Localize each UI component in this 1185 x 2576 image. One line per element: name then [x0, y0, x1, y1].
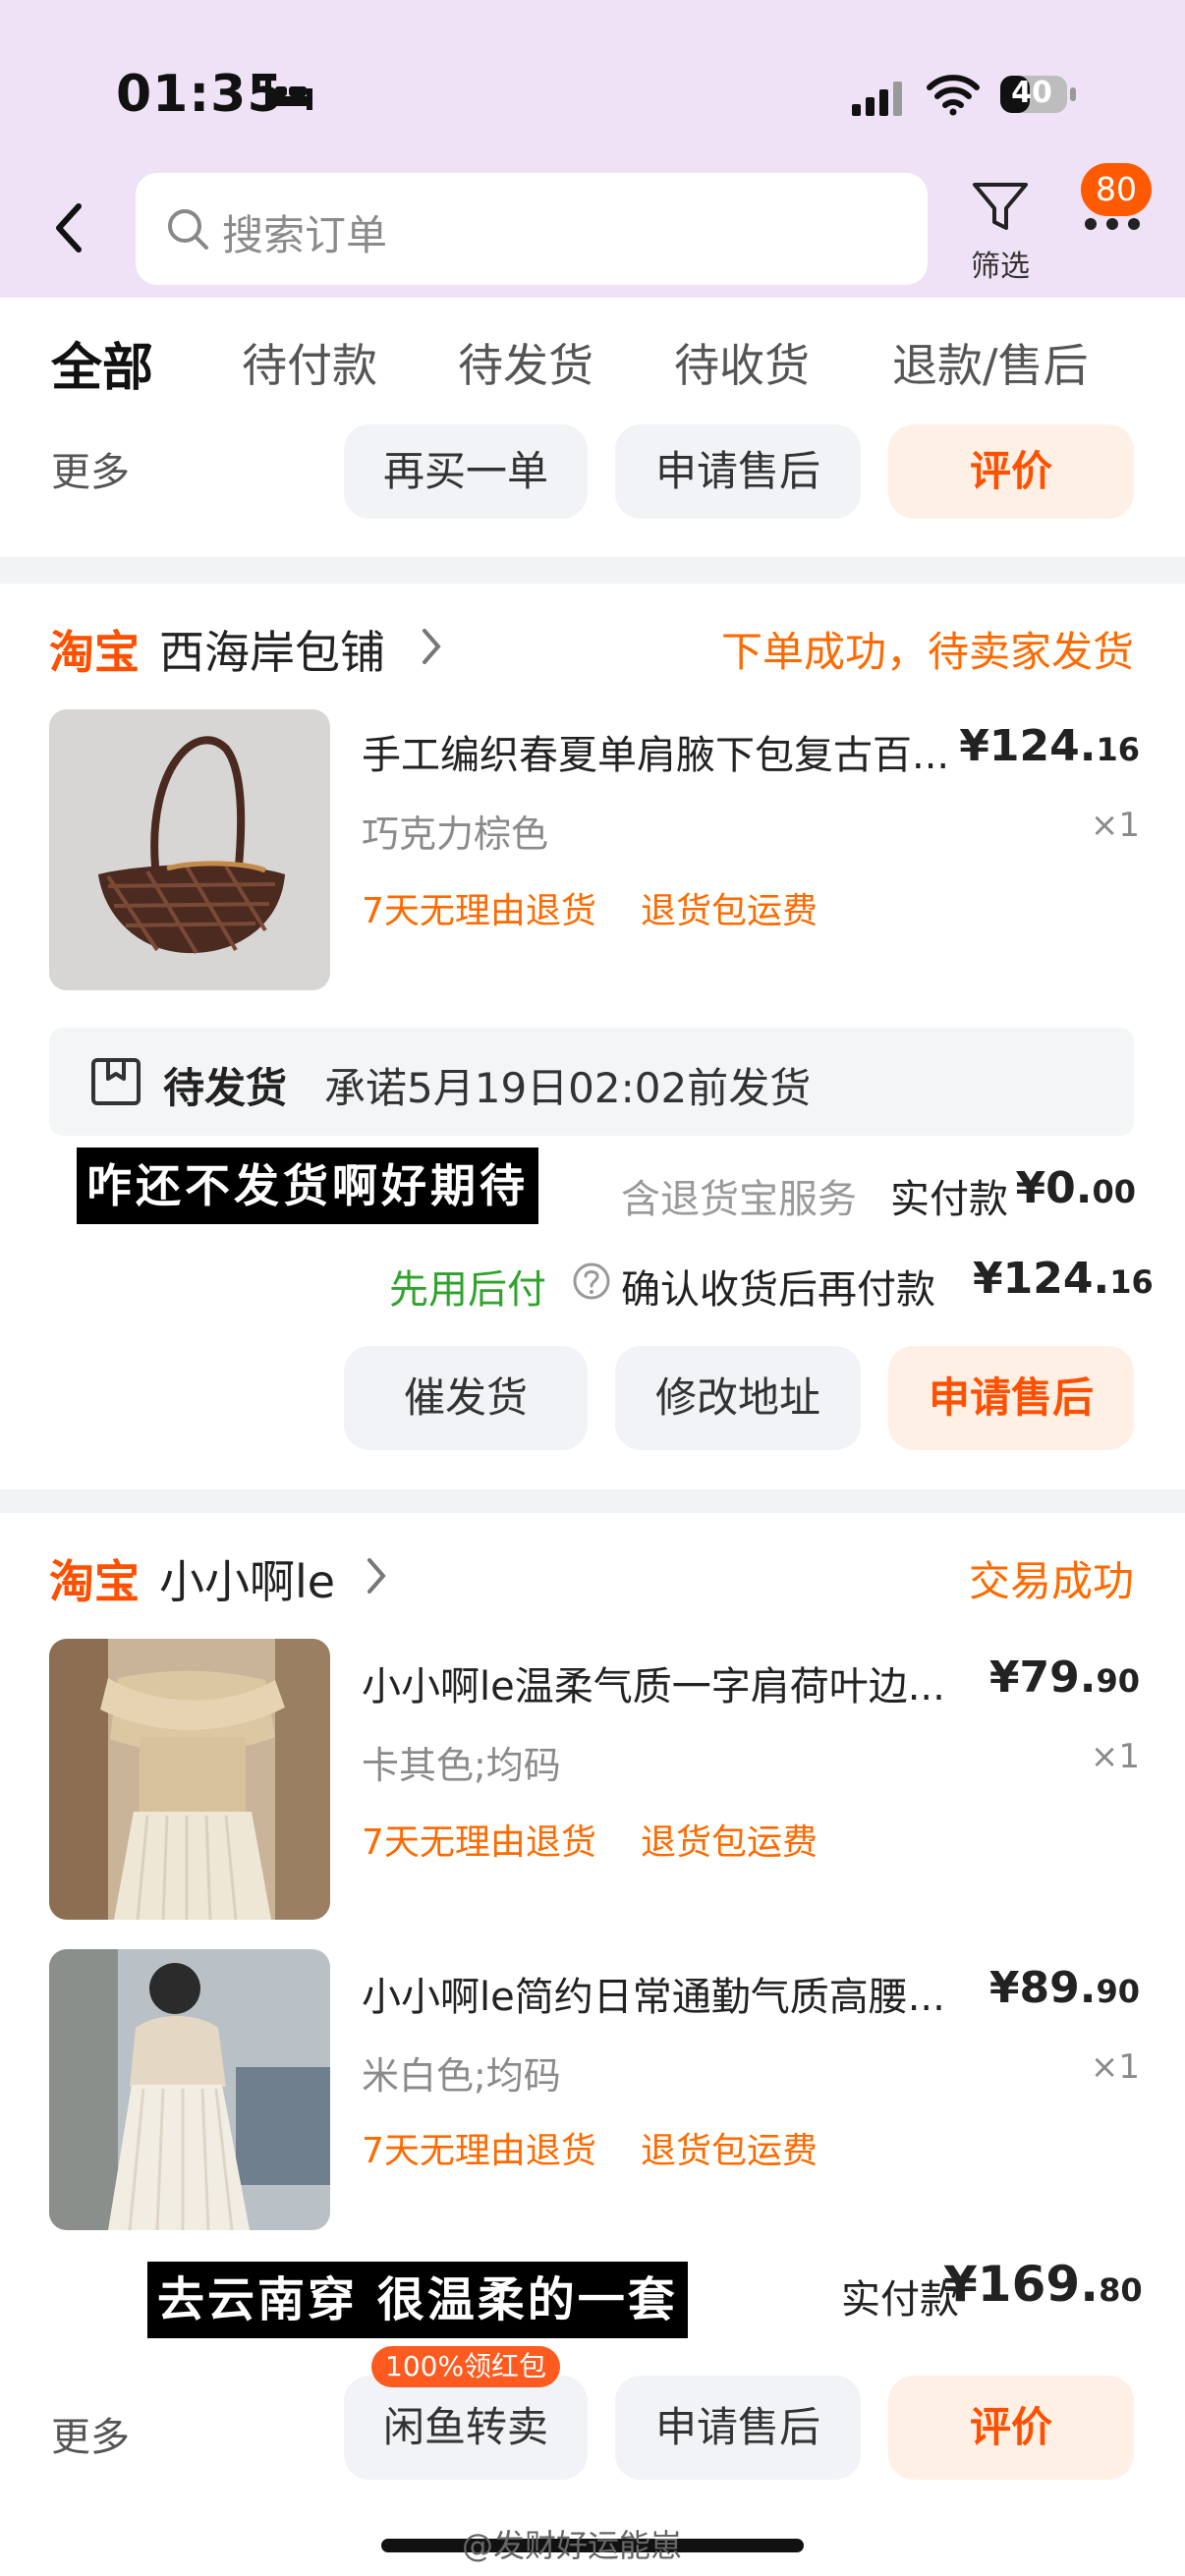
taobao-brand: 淘宝	[49, 626, 140, 679]
product-price: ¥124.16	[943, 721, 1140, 771]
paid-amount: ¥0.00	[983, 1163, 1136, 1213]
apply-aftersale-button[interactable]: 申请售后	[888, 1346, 1134, 1450]
price-decimal: 90	[1096, 1973, 1140, 2010]
more-badge: 80	[1081, 163, 1152, 216]
confirm-pay-text: 确认收货后再付款	[621, 1267, 935, 1313]
return-tag: 7天无理由退货	[362, 2131, 596, 2171]
notice-label: 待发货	[163, 1064, 288, 1112]
price-integer: ¥79.	[988, 1652, 1097, 1703]
product-sku: 卡其色;均码	[362, 1744, 561, 1787]
tab-all[interactable]: 全部	[51, 326, 153, 400]
chevron-right-icon	[367, 1558, 386, 1594]
wifi-icon	[927, 75, 980, 116]
order-status: 交易成功	[968, 1557, 1134, 1605]
more-dots-icon[interactable]	[1081, 214, 1144, 234]
shop-name[interactable]: 小小啊le	[159, 1546, 335, 1611]
notice-text: 承诺5月19日02:02前发货	[324, 1064, 812, 1112]
product-sku: 米白色;均码	[362, 2054, 561, 2098]
search-placeholder: 搜索订单	[222, 211, 388, 259]
more-link[interactable]: 更多	[51, 440, 130, 497]
paid-label: 实付款	[841, 2277, 959, 2323]
help-icon[interactable]	[572, 1261, 611, 1301]
buy-again-button[interactable]: 再买一单	[344, 424, 588, 519]
tab-refund-aftersale[interactable]: 退款/售后	[892, 330, 1089, 395]
later-integer: ¥124.	[973, 1254, 1110, 1304]
price-integer: ¥124.	[959, 721, 1097, 771]
chevron-right-icon	[423, 629, 441, 664]
watermark: @发财好运能崽	[462, 2527, 683, 2564]
paid-integer: ¥169.	[943, 2256, 1100, 2313]
later-decimal: 16	[1109, 1263, 1154, 1301]
bag-image	[49, 709, 330, 990]
urge-shipment-button[interactable]: 催发货	[344, 1346, 588, 1450]
review-button[interactable]: 评价	[888, 424, 1134, 519]
apply-aftersale-button[interactable]: 申请售后	[615, 2376, 861, 2480]
price-decimal: 16	[1096, 731, 1140, 768]
status-time: 01:35	[116, 65, 284, 124]
sleep-focus-icon	[265, 81, 312, 110]
product-quantity: ×1	[1090, 806, 1140, 845]
paid-amount: ¥169.80	[943, 2256, 1143, 2313]
pay-later-label[interactable]: 先用后付	[389, 1258, 546, 1315]
product-price: ¥79.90	[963, 1652, 1140, 1703]
search-icon	[168, 209, 208, 250]
shop-name[interactable]: 西海岸包铺	[159, 617, 385, 682]
paid-integer: ¥0.	[1015, 1163, 1093, 1213]
outfit-image-2	[49, 1949, 330, 2230]
back-arrow-icon[interactable]	[47, 196, 90, 259]
tab-pending-receipt[interactable]: 待收货	[674, 330, 810, 395]
product-title[interactable]: 小小啊le温柔气质一字肩荷叶边...	[362, 1654, 945, 1711]
paid-decimal: 80	[1099, 2271, 1143, 2309]
resell-button[interactable]: 闲鱼转卖	[344, 2376, 588, 2480]
service-text: 含退货宝服务	[621, 1177, 857, 1222]
shipping-insurance-tag: 退货包运费	[641, 1822, 818, 1863]
product-quantity: ×1	[1090, 1737, 1140, 1776]
paid-decimal: 00	[1092, 1173, 1136, 1210]
return-tag: 7天无理由退货	[362, 891, 596, 931]
tab-pending-payment[interactable]: 待付款	[242, 330, 377, 395]
red-packet-badge: 100%领红包	[371, 2346, 561, 2387]
product-price: ¥89.90	[963, 1963, 1140, 2013]
signal-icon	[852, 82, 902, 116]
price-decimal: 90	[1096, 1662, 1140, 1700]
shipping-insurance-tag: 退货包运费	[641, 2131, 818, 2171]
product-image-skirt[interactable]	[49, 1949, 330, 2230]
later-amount: ¥124.16	[973, 1254, 1154, 1304]
taobao-brand: 淘宝	[49, 1555, 140, 1608]
product-quantity: ×1	[1090, 2047, 1140, 2087]
video-caption: 咋还不发货啊好期待	[77, 1148, 538, 1224]
product-title[interactable]: 小小啊le简约日常通勤气质高腰...	[362, 1965, 945, 2022]
video-caption: 去云南穿 很温柔的一套	[147, 2262, 688, 2338]
review-button[interactable]: 评价	[888, 2376, 1134, 2480]
order-status: 下单成功，待卖家发货	[720, 628, 1134, 676]
tab-pending-shipment[interactable]: 待发货	[458, 330, 593, 395]
modify-address-button[interactable]: 修改地址	[615, 1346, 861, 1450]
apply-aftersale-button[interactable]: 申请售后	[615, 424, 861, 519]
price-integer: ¥89.	[988, 1963, 1097, 2013]
more-link[interactable]: 更多	[51, 2405, 130, 2462]
filter-icon[interactable]	[969, 177, 1032, 236]
product-image-top[interactable]	[49, 1639, 330, 1920]
return-tag: 7天无理由退货	[362, 1822, 596, 1863]
product-sku: 巧克力棕色	[362, 812, 549, 856]
filter-label[interactable]: 筛选	[959, 242, 1042, 285]
battery-level: 40	[1011, 76, 1052, 110]
outfit-image-1	[49, 1639, 330, 1920]
product-image-bag[interactable]	[49, 709, 330, 990]
shipping-insurance-tag: 退货包运费	[641, 891, 818, 931]
package-icon	[91, 1058, 141, 1105]
product-title[interactable]: 手工编织春夏单肩腋下包复古百...	[362, 723, 949, 780]
